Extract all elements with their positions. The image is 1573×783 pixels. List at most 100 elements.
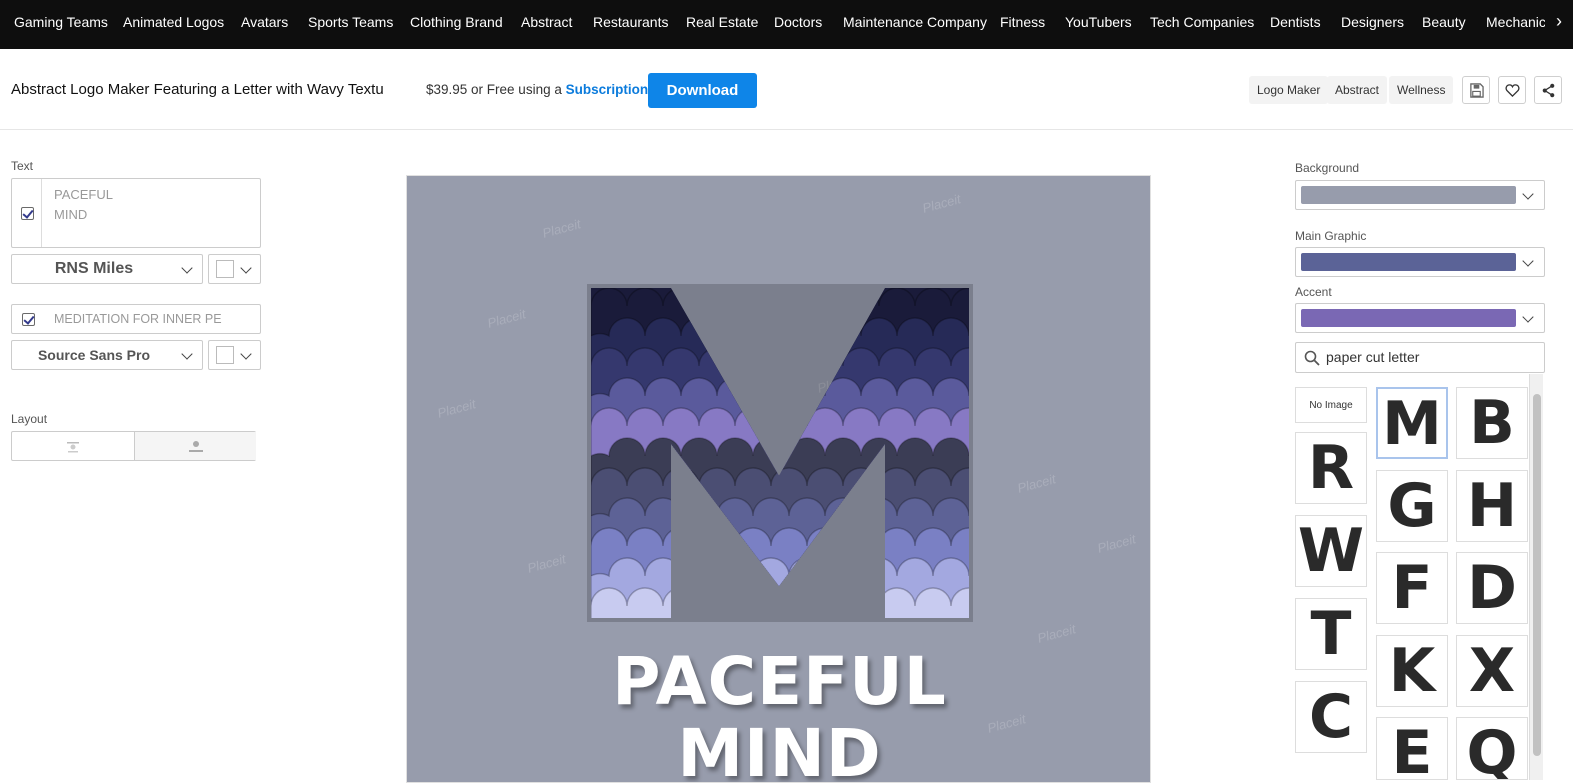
headline-visible-checkbox[interactable] — [21, 207, 34, 220]
chevron-down-icon — [181, 262, 193, 274]
nav-real-estate[interactable]: Real Estate — [686, 0, 758, 45]
main-graphic-color-select[interactable] — [1295, 247, 1545, 277]
heart-icon — [1505, 84, 1520, 98]
headline-line-2: MIND — [54, 207, 88, 222]
subscription-link[interactable]: Subscription — [566, 82, 649, 97]
color-swatch — [216, 260, 234, 278]
layout-centered-icon — [67, 442, 79, 453]
thumbnail-item[interactable]: W — [1295, 515, 1367, 587]
thumbnail-item[interactable]: C — [1295, 681, 1367, 753]
thumbnail-letter: X — [1468, 636, 1516, 706]
thumbnail-letter: E — [1391, 718, 1433, 780]
logo-preview-canvas[interactable]: Placeit Placeit Placeit Placeit Placeit … — [406, 175, 1151, 783]
thumbnail-item[interactable]: X — [1456, 635, 1528, 707]
nav-dentists[interactable]: Dentists — [1270, 0, 1321, 45]
layout-stacked-icon — [189, 441, 203, 452]
price-info: $39.95 or Free using a Subscription — [426, 82, 648, 97]
thumbnail-item[interactable]: M — [1376, 387, 1448, 459]
thumbnail-item[interactable]: F — [1376, 552, 1448, 624]
tagline-visible-checkbox[interactable] — [22, 313, 35, 326]
checkbox-column — [12, 179, 42, 247]
thumbnail-scrollbar[interactable] — [1529, 374, 1543, 780]
nav-mechanic[interactable]: Mechanic — [1486, 0, 1546, 45]
chevron-down-icon — [1522, 255, 1534, 267]
tag-abstract[interactable]: Abstract — [1327, 76, 1388, 104]
search-value: paper cut letter — [1326, 349, 1420, 365]
chevron-down-icon — [181, 348, 193, 360]
image-search-input[interactable]: paper cut letter — [1295, 342, 1545, 373]
thumbnail-item[interactable]: K — [1376, 635, 1448, 707]
thumbnail-letter: R — [1307, 433, 1355, 503]
chevron-right-icon[interactable]: › — [1545, 0, 1573, 45]
text-section-label: Text — [11, 159, 34, 173]
thumbnail-letter: C — [1308, 682, 1354, 752]
nav-sports-teams[interactable]: Sports Teams — [308, 0, 393, 45]
accent-color-select[interactable] — [1295, 303, 1545, 333]
nav-tech-companies[interactable]: Tech Companies — [1150, 0, 1254, 45]
thumbnail-item[interactable]: D — [1456, 552, 1528, 624]
headline-font-value: RNS Miles — [54, 260, 134, 277]
thumbnail-item[interactable]: T — [1295, 598, 1367, 670]
nav-gaming-teams[interactable]: Gaming Teams — [14, 0, 108, 45]
chevron-down-icon — [240, 348, 252, 360]
thumbnail-letter: T — [1310, 599, 1352, 669]
chevron-down-icon — [1522, 311, 1534, 323]
nav-avatars[interactable]: Avatars — [241, 0, 288, 45]
thumbnail-letter: W — [1297, 516, 1365, 586]
layout-selector — [11, 431, 256, 461]
save-icon — [1470, 83, 1484, 98]
share-icon — [1542, 83, 1555, 98]
headline-font-select[interactable]: RNS Miles — [11, 254, 203, 284]
nav-designers[interactable]: Designers — [1341, 0, 1404, 45]
logo-headline-line-2: MIND — [677, 715, 882, 783]
main-graphic-color-swatch — [1301, 253, 1516, 271]
tag-wellness[interactable]: Wellness — [1389, 76, 1454, 104]
thumbnail-item[interactable]: B — [1456, 387, 1528, 459]
no-image-option[interactable]: No Image — [1295, 387, 1367, 423]
background-color-select[interactable] — [1295, 180, 1545, 210]
layout-option-stacked[interactable] — [134, 432, 256, 460]
nav-animated-logos[interactable]: Animated Logos — [123, 0, 224, 45]
nav-beauty[interactable]: Beauty — [1422, 0, 1466, 45]
nav-clothing-brand[interactable]: Clothing Brand — [410, 0, 503, 45]
headline-text-field[interactable]: PACEFUL MIND — [11, 178, 261, 248]
nav-doctors[interactable]: Doctors — [774, 0, 822, 45]
tagline-text-field[interactable]: MEDITATION FOR INNER PE — [11, 304, 261, 334]
product-header: Abstract Logo Maker Featuring a Letter w… — [0, 49, 1573, 130]
logo-headline-line-1: PACEFUL — [612, 643, 947, 720]
chevron-down-icon — [240, 262, 252, 274]
favorite-button[interactable] — [1498, 76, 1526, 104]
thumbnail-letter: D — [1467, 553, 1517, 623]
thumbnail-item[interactable]: E — [1376, 717, 1448, 780]
thumbnail-item[interactable]: G — [1376, 470, 1448, 542]
save-button[interactable] — [1462, 76, 1490, 104]
thumbnail-letter: K — [1388, 636, 1436, 706]
thumbnail-letter: F — [1391, 553, 1433, 623]
nav-fitness[interactable]: Fitness — [1000, 0, 1045, 45]
page-title: Abstract Logo Maker Featuring a Letter w… — [11, 81, 384, 98]
paper-cut-letter-graphic — [587, 284, 973, 622]
headline-color-select[interactable] — [208, 254, 261, 284]
price-amount: $39.95 — [426, 82, 468, 97]
nav-abstract[interactable]: Abstract — [521, 0, 572, 45]
download-button[interactable]: Download — [648, 73, 757, 108]
share-button[interactable] — [1534, 76, 1562, 104]
color-swatch — [216, 346, 234, 364]
tagline-font-value: Source Sans Pro — [37, 347, 151, 363]
thumbnail-letter: H — [1466, 471, 1518, 541]
scrollbar-thumb[interactable] — [1533, 394, 1541, 756]
tag-logo-maker[interactable]: Logo Maker — [1249, 76, 1329, 104]
nav-youtubers[interactable]: YouTubers — [1065, 0, 1132, 45]
no-image-label: No Image — [1309, 400, 1353, 411]
accent-color-swatch — [1301, 309, 1516, 327]
layout-option-centered[interactable] — [12, 432, 134, 460]
tagline-color-select[interactable] — [208, 340, 261, 370]
thumbnail-item[interactable]: R — [1295, 432, 1367, 504]
thumbnail-item[interactable]: H — [1456, 470, 1528, 542]
thumbnail-letter: G — [1387, 471, 1437, 541]
thumbnail-item[interactable]: Q — [1456, 717, 1528, 780]
headline-line-1: PACEFUL — [54, 187, 113, 202]
tagline-font-select[interactable]: Source Sans Pro — [11, 340, 203, 370]
nav-maintenance-company[interactable]: Maintenance Company — [843, 0, 987, 45]
nav-restaurants[interactable]: Restaurants — [593, 0, 668, 45]
